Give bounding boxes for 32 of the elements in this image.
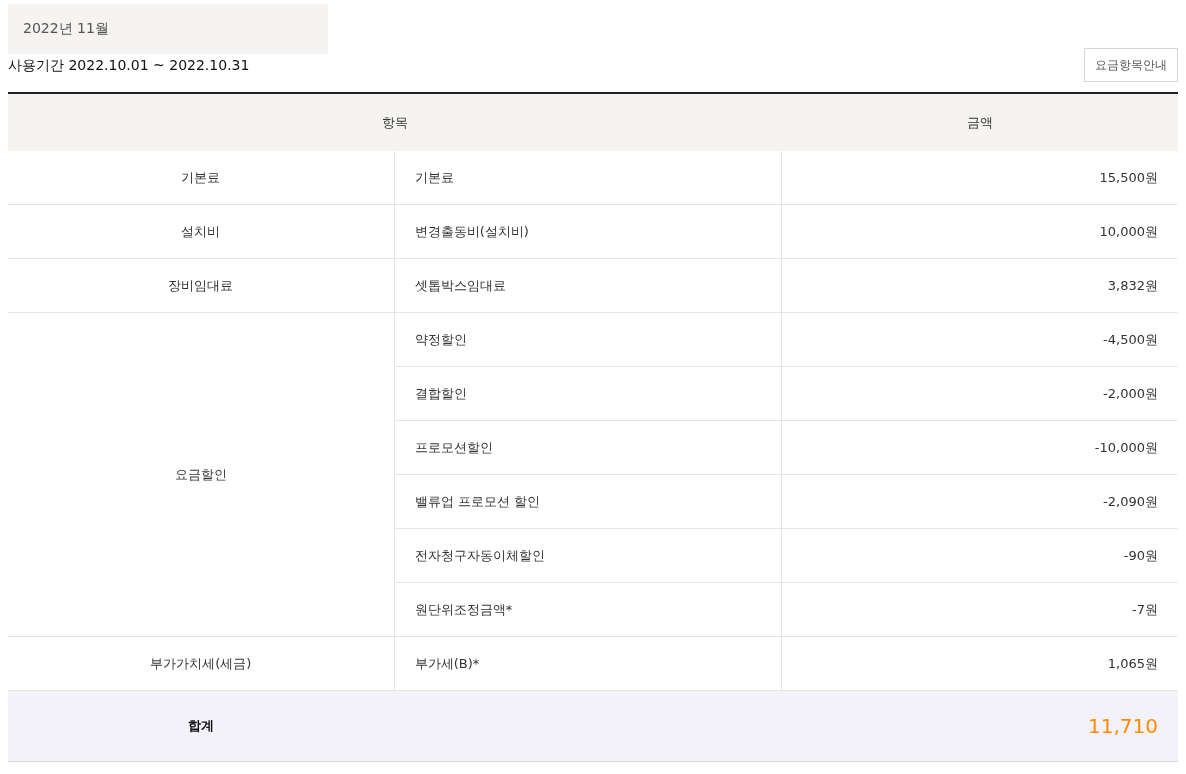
amount-cell: -7원	[781, 582, 1178, 637]
amount-cell: 1,065원	[781, 636, 1178, 691]
amount-cell: -90원	[781, 528, 1178, 583]
item-cell: 변경출동비(설치비)	[394, 204, 781, 259]
usage-period-text: 사용기간 2022.10.01 ~ 2022.10.31	[8, 57, 250, 75]
item-cell: 셋톱박스임대료	[394, 258, 781, 313]
item-cell: 결합할인	[394, 366, 781, 421]
item-cell: 원단위조정금액*	[394, 582, 781, 637]
amount-cell: -4,500원	[781, 312, 1178, 367]
category-cell: 장비임대료	[8, 258, 395, 313]
item-cell: 밸류업 프로모션 할인	[394, 474, 781, 529]
amount-cell: -2,000원	[781, 366, 1178, 421]
amount-cell: -2,090원	[781, 474, 1178, 529]
column-header: 항목	[8, 93, 781, 151]
category-cell: 요금할인	[8, 312, 395, 637]
item-cell: 전자청구자동이체할인	[394, 528, 781, 583]
amount-cell: 3,832원	[781, 258, 1178, 313]
amount-cell: -10,000원	[781, 420, 1178, 475]
total-amount: 11,710	[781, 690, 1178, 762]
column-header: 금액	[781, 93, 1178, 151]
fee-guide-button[interactable]: 요금항목안내	[1084, 48, 1178, 82]
amount-cell: 10,000원	[781, 204, 1178, 259]
month-label: 2022년 11월	[8, 4, 328, 54]
total-label: 합계	[8, 690, 395, 762]
item-cell: 프로모션할인	[394, 420, 781, 475]
category-cell: 설치비	[8, 204, 395, 259]
item-cell: 부가세(B)*	[394, 636, 781, 691]
item-cell: 약정할인	[394, 312, 781, 367]
category-cell: 기본료	[8, 151, 395, 205]
category-cell: 부가가치세(세금)	[8, 636, 395, 691]
item-cell: 기본료	[394, 151, 781, 205]
amount-cell: 15,500원	[781, 151, 1178, 205]
